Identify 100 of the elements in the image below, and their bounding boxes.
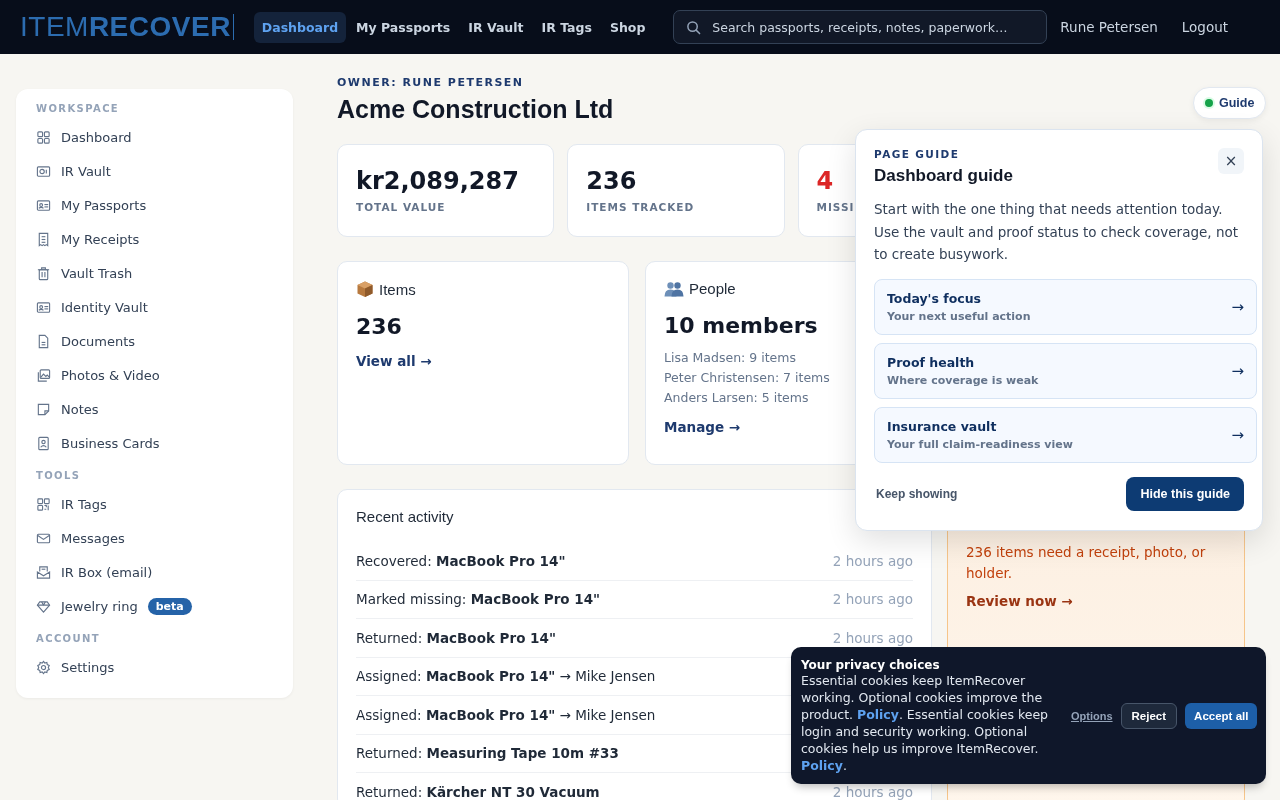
guide-link-subtitle: Where coverage is weak: [887, 373, 1039, 387]
member-count: 10 members: [664, 313, 818, 338]
note-icon: [36, 401, 51, 417]
accept-all-button[interactable]: Accept all: [1185, 702, 1258, 729]
activity-text: Marked missing: MacBook Pro 14": [356, 591, 601, 608]
guide-link[interactable]: Insurance vault Your full claim-readiness view →: [874, 406, 1257, 463]
nav-tab[interactable]: Dashboard: [253, 11, 347, 43]
sidebar-item[interactable]: Business Cards: [61, 435, 160, 451]
policy-link[interactable]: Policy: [801, 757, 843, 773]
stat-label: TOTAL VALUE: [356, 201, 446, 213]
safe-icon: [36, 163, 51, 179]
activity-text: Assigned: MacBook Pro 14" → Mike Jensen: [356, 668, 656, 685]
guide-eyebrow: PAGE GUIDE: [874, 148, 961, 160]
settings-icon: [36, 659, 51, 675]
photos-icon: [36, 367, 51, 383]
activity-time: 2 hours ago: [832, 552, 913, 569]
stat-value: 236: [586, 167, 637, 195]
id-card-icon: [36, 299, 51, 315]
trash-icon: [36, 265, 51, 281]
search-field[interactable]: Search passports, receipts, notes, paperwork…: [673, 10, 1048, 44]
stat-value: kr2,089,287: [356, 167, 519, 195]
section-heading: TOOLS: [36, 470, 82, 481]
nav-tab[interactable]: IR Tags: [533, 11, 600, 43]
card-title: People: [689, 280, 736, 297]
member-line: Peter Christensen: 7 items: [664, 370, 830, 385]
diamond-icon: [36, 598, 51, 614]
policy-link[interactable]: Policy: [857, 706, 899, 722]
activity-text: Returned: Kärcher NT 30 Vacuum: [356, 783, 600, 800]
stat-label: ITEMS TRACKED: [586, 201, 695, 213]
keep-showing-button[interactable]: Keep showing: [874, 482, 960, 505]
activity-title: Recent activity: [356, 508, 455, 525]
guide-link[interactable]: Proof health Where coverage is weak →: [874, 342, 1257, 399]
sidebar-item[interactable]: Jewelry ring: [61, 598, 138, 614]
guide-link[interactable]: Today's focus Your next useful action →: [874, 278, 1257, 335]
guide-link-subtitle: Your full claim-readiness view: [887, 437, 1073, 451]
badge-icon: [36, 435, 51, 451]
activity-time: 2 hours ago: [832, 591, 913, 608]
activity-text: Returned: Measuring Tape 10m #33: [356, 745, 619, 762]
section-heading: ACCOUNT: [36, 633, 102, 644]
sidebar-item[interactable]: IR Box (email): [61, 564, 153, 580]
activity-time: 2 hours ago: [832, 629, 913, 646]
people-icon: [664, 280, 684, 297]
owner-label: OWNER: RUNE PETERSEN: [337, 76, 525, 89]
reject-button[interactable]: Reject: [1120, 702, 1178, 729]
cookie-text: Essential cookies keep ItemRecover working. Optional cookies improve the product. Policy. Essential cookies keep login and security working. Optional cookies help us improve ItemRecover. Policy.: [801, 672, 1050, 774]
nav-tab[interactable]: My Passports: [348, 11, 459, 43]
sidebar-item[interactable]: Documents: [61, 333, 136, 349]
section-heading: WORKSPACE: [36, 103, 121, 114]
activity-text: Assigned: MacBook Pro 14" → Mike Jensen: [356, 706, 656, 723]
receipt-icon: [36, 231, 51, 247]
stat-value: 4: [816, 167, 834, 195]
guide-button[interactable]: Guide: [1193, 87, 1267, 119]
document-icon: [36, 333, 51, 349]
card-title: Items: [379, 280, 416, 298]
sidebar-item[interactable]: Identity Vault: [61, 299, 148, 315]
sidebar-item[interactable]: IR Tags: [61, 496, 107, 512]
manage-link[interactable]: Manage →: [664, 419, 741, 435]
box-icon: [356, 280, 374, 298]
id-card-icon: [36, 197, 51, 213]
page-title: Acme Construction Ltd: [337, 95, 614, 124]
stat-label: MISSI: [816, 201, 855, 213]
guide-link-title: Insurance vault: [887, 418, 998, 434]
guide-link-title: Proof health: [887, 354, 976, 370]
nav-tab[interactable]: IR Vault: [460, 11, 532, 43]
item-count: 236: [356, 314, 402, 339]
arrow-icon: →: [1231, 297, 1244, 316]
review-now-link[interactable]: Review now →: [966, 593, 1073, 609]
sidebar-item[interactable]: Messages: [61, 530, 125, 546]
sidebar-item[interactable]: My Receipts: [61, 231, 140, 247]
sidebar-item[interactable]: Notes: [61, 401, 99, 417]
user-name-link[interactable]: Rune Petersen: [1060, 15, 1158, 39]
inbox-icon: [36, 564, 51, 580]
activity-time: 2 hours ago: [832, 783, 913, 800]
guide-title: Dashboard guide: [874, 166, 1013, 186]
close-button[interactable]: ×: [1218, 148, 1244, 174]
sidebar-item[interactable]: Photos & Video: [61, 367, 160, 383]
activity-text: Recovered: MacBook Pro 14": [356, 552, 566, 569]
guide-text: Start with the one thing that needs attention today. Use the vault and proof status to check coverage, not to create busywork.: [874, 200, 1239, 264]
view-all-link[interactable]: View all →: [356, 353, 432, 369]
beta-badge: beta: [147, 597, 192, 615]
arrow-icon: →: [1231, 425, 1244, 444]
sidebar-item[interactable]: Settings: [61, 659, 115, 675]
status-dot-icon: [1205, 99, 1213, 107]
logout-link[interactable]: Logout: [1181, 15, 1229, 39]
arrow-icon: →: [1231, 361, 1244, 380]
sidebar-item[interactable]: Vault Trash: [61, 265, 133, 281]
cookie-title: Your privacy choices: [801, 657, 941, 672]
logo[interactable]: ITEMRECOVER: [20, 11, 231, 43]
member-line: Lisa Madsen: 9 items: [664, 350, 797, 365]
qr-code-icon: [36, 496, 51, 512]
proof-message: 236 items need a receipt, photo, or holder.: [966, 543, 1207, 583]
nav-tab[interactable]: Shop: [601, 11, 654, 43]
sidebar-item[interactable]: My Passports: [61, 197, 147, 213]
hide-guide-button[interactable]: Hide this guide: [1126, 476, 1244, 511]
guide-link-subtitle: Your next useful action: [887, 309, 1031, 323]
sidebar-item[interactable]: Dashboard: [61, 129, 132, 145]
activity-text: Returned: MacBook Pro 14": [356, 629, 556, 646]
sidebar-item[interactable]: IR Vault: [61, 163, 111, 179]
guide-link-title: Today's focus: [887, 290, 982, 306]
options-link[interactable]: Options: [1071, 709, 1113, 722]
